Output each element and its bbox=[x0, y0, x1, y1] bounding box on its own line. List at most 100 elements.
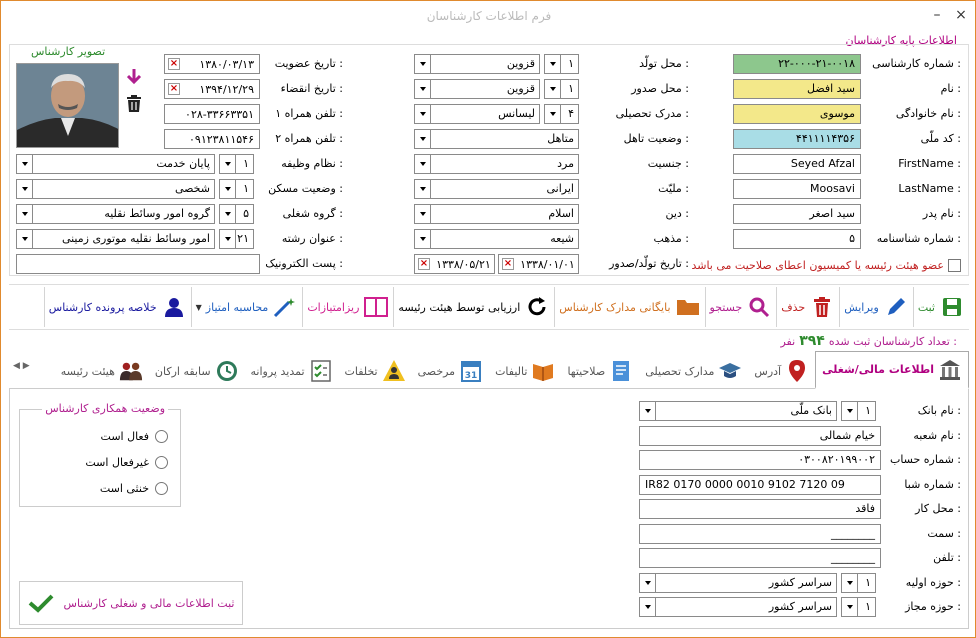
col2-dropdown[interactable]: قزوین bbox=[414, 54, 540, 74]
coop-option[interactable]: غیرفعال است bbox=[85, 456, 168, 469]
col1-field[interactable]: موسوی bbox=[733, 104, 861, 124]
birth-date-field[interactable]: × ۱۳۳۸/۰۱/۰۱ bbox=[498, 254, 579, 274]
clear-x-icon[interactable]: × bbox=[418, 258, 430, 270]
finance-field[interactable]: ۰۳۰۰۸۲۰۱۹۹۰۰۲ bbox=[639, 450, 881, 470]
col2-dropdown[interactable]: متاهل bbox=[414, 129, 579, 149]
col3-dd-code[interactable]: ۱ bbox=[219, 179, 254, 199]
coop-option[interactable]: فعال است bbox=[101, 430, 168, 443]
col3-field[interactable]: × ۱۳۸۰/۰۳/۱۳ bbox=[164, 54, 260, 74]
finance-field[interactable]: IR82 0170 0000 0010 9102 7120 09 bbox=[639, 474, 881, 495]
dropdown-arrow-icon[interactable] bbox=[545, 55, 561, 73]
finance-field[interactable]: ________ bbox=[639, 548, 881, 568]
clear-x-icon[interactable]: × bbox=[168, 58, 180, 70]
tab-book[interactable]: تالیفات bbox=[489, 354, 561, 388]
dropdown-arrow-icon[interactable] bbox=[17, 205, 33, 223]
tab-group[interactable]: هیئت رئیسه bbox=[55, 354, 149, 388]
coop-option[interactable]: خنثی است bbox=[100, 482, 168, 495]
col3-dd-code[interactable]: ۵ bbox=[219, 204, 254, 224]
col2-dropdown[interactable]: مرد bbox=[414, 154, 579, 174]
dropdown-arrow-icon[interactable] bbox=[545, 105, 561, 123]
col2-dropdown[interactable]: اسلام bbox=[414, 204, 579, 224]
radio-button[interactable] bbox=[155, 482, 168, 495]
col1-field[interactable]: سید افضل bbox=[733, 79, 861, 99]
col3-field[interactable]: × ۱۳۹۴/۱۲/۲۹ bbox=[164, 79, 260, 99]
col2-code[interactable]: ۱ bbox=[544, 79, 579, 99]
toolbar-button-columns[interactable]: ریزامتیازات bbox=[302, 287, 393, 327]
tab-calendar[interactable]: 31 مرخصی bbox=[412, 354, 489, 388]
col2-dropdown[interactable]: قزوین bbox=[414, 79, 540, 99]
email-field[interactable] bbox=[16, 254, 260, 274]
finance-code[interactable]: ۱ bbox=[841, 572, 876, 593]
dropdown-arrow-icon[interactable] bbox=[545, 80, 561, 98]
col1-field[interactable]: Moosavi bbox=[733, 179, 861, 199]
col2-code[interactable]: ۱ bbox=[544, 54, 579, 74]
tab-map-pin[interactable]: آدرس bbox=[748, 354, 815, 388]
dropdown-arrow-icon[interactable] bbox=[415, 180, 431, 198]
col2-dropdown[interactable]: شیعه bbox=[414, 229, 579, 249]
toolbar-button-user[interactable]: خلاصه پرونده کارشناس bbox=[43, 287, 191, 327]
dropdown-arrow-icon[interactable] bbox=[415, 155, 431, 173]
chevron-down-icon[interactable]: ▼ bbox=[196, 303, 202, 312]
trash-photo-icon[interactable] bbox=[126, 95, 142, 116]
close-button[interactable]: × bbox=[953, 7, 969, 23]
col2-dropdown[interactable]: ایرانی bbox=[414, 179, 579, 199]
dropdown-arrow-icon[interactable] bbox=[415, 80, 431, 98]
col2-code[interactable]: ۴ bbox=[544, 104, 579, 124]
committee-checkbox[interactable] bbox=[948, 259, 961, 272]
clear-x-icon[interactable]: × bbox=[168, 83, 180, 95]
col3-dropdown[interactable]: امور وسائط نقلیه موتوری زمینی bbox=[16, 229, 215, 249]
dropdown-arrow-icon[interactable] bbox=[17, 155, 33, 173]
dropdown-arrow-icon[interactable] bbox=[17, 180, 33, 198]
toolbar-button-wand[interactable]: محاسبه امتیاز ▼ bbox=[190, 287, 303, 327]
issue-date-field[interactable]: × ۱۳۳۸/۰۵/۲۱ bbox=[414, 254, 495, 274]
dropdown-arrow-icon[interactable] bbox=[842, 573, 858, 592]
radio-button[interactable] bbox=[155, 456, 168, 469]
save-finance-button[interactable]: ثبت اطلاعات مالی و شغلی کارشناس bbox=[19, 581, 243, 625]
col3-dropdown[interactable]: گروه امور وسائط نقلیه bbox=[16, 204, 215, 224]
dropdown-arrow-icon[interactable] bbox=[220, 205, 236, 223]
dropdown-arrow-icon[interactable] bbox=[415, 105, 431, 123]
finance-code[interactable]: ۱ bbox=[841, 597, 876, 617]
dropdown-arrow-icon[interactable] bbox=[220, 230, 236, 248]
tab-scroll-arrows[interactable]: ◀ ▶ bbox=[13, 361, 37, 371]
col1-field[interactable]: ۵ bbox=[733, 229, 861, 249]
finance-dropdown[interactable]: بانک ملّی bbox=[639, 401, 837, 421]
col1-field[interactable]: ۲۲-۰۰۰-۲۱-۰۰۱۸ bbox=[733, 54, 861, 74]
radio-button[interactable] bbox=[155, 430, 168, 443]
toolbar-button-folder[interactable]: بایگانی مدارک کارشناس bbox=[554, 287, 704, 327]
dropdown-arrow-icon[interactable] bbox=[415, 230, 431, 248]
toolbar-button-edit[interactable]: ویرایش bbox=[839, 287, 913, 327]
col2-dropdown[interactable]: لیسانس bbox=[414, 104, 540, 124]
clear-x-icon[interactable]: × bbox=[502, 258, 514, 270]
toolbar-button-refresh[interactable]: ارزیابی توسط هیئت رئیسه bbox=[393, 287, 554, 327]
col1-field[interactable]: سید اصغر bbox=[733, 204, 861, 224]
tab-history[interactable]: سابقه ارکان bbox=[149, 354, 245, 388]
tab-document[interactable]: صلاحیتها bbox=[561, 354, 639, 388]
tab-checklist[interactable]: تمدید پروانه bbox=[245, 354, 339, 388]
dropdown-arrow-icon[interactable] bbox=[842, 402, 858, 420]
dropdown-arrow-icon[interactable] bbox=[640, 402, 656, 420]
tab-graduation-cap[interactable]: مدارک تحصیلی bbox=[639, 354, 748, 388]
dropdown-arrow-icon[interactable] bbox=[415, 55, 431, 73]
toolbar-button-save[interactable]: ثبت bbox=[912, 287, 969, 327]
dropdown-arrow-icon[interactable] bbox=[415, 130, 431, 148]
finance-dropdown[interactable]: سراسر کشور bbox=[639, 572, 837, 593]
toolbar-button-search[interactable]: جستجو bbox=[704, 287, 777, 327]
finance-dropdown[interactable]: سراسر کشور bbox=[639, 597, 837, 617]
tab-bank[interactable]: اطلاعات مالی/شغلی bbox=[815, 351, 969, 389]
finance-code[interactable]: ۱ bbox=[841, 401, 876, 421]
dropdown-arrow-icon[interactable] bbox=[640, 573, 656, 592]
col3-dd-code[interactable]: ۲۱ bbox=[219, 229, 254, 249]
col3-dropdown[interactable]: پایان خدمت bbox=[16, 154, 215, 174]
download-arrow-icon[interactable] bbox=[125, 67, 143, 88]
col1-field[interactable]: ۴۴۱۱۱۱۴۳۵۶ bbox=[733, 129, 861, 149]
dropdown-arrow-icon[interactable] bbox=[842, 598, 858, 616]
col3-field[interactable]: ۰۹۱۲۳۸۱۱۵۴۶ bbox=[164, 129, 260, 149]
minimize-button[interactable]: – bbox=[929, 7, 945, 23]
toolbar-button-trash[interactable]: حذف bbox=[776, 287, 839, 327]
finance-field[interactable]: فاقد bbox=[639, 499, 881, 519]
tab-warning-user[interactable]: تخلفات bbox=[339, 354, 412, 388]
col1-field[interactable]: Seyed Afzal bbox=[733, 154, 861, 174]
dropdown-arrow-icon[interactable] bbox=[17, 230, 33, 248]
dropdown-arrow-icon[interactable] bbox=[220, 180, 236, 198]
